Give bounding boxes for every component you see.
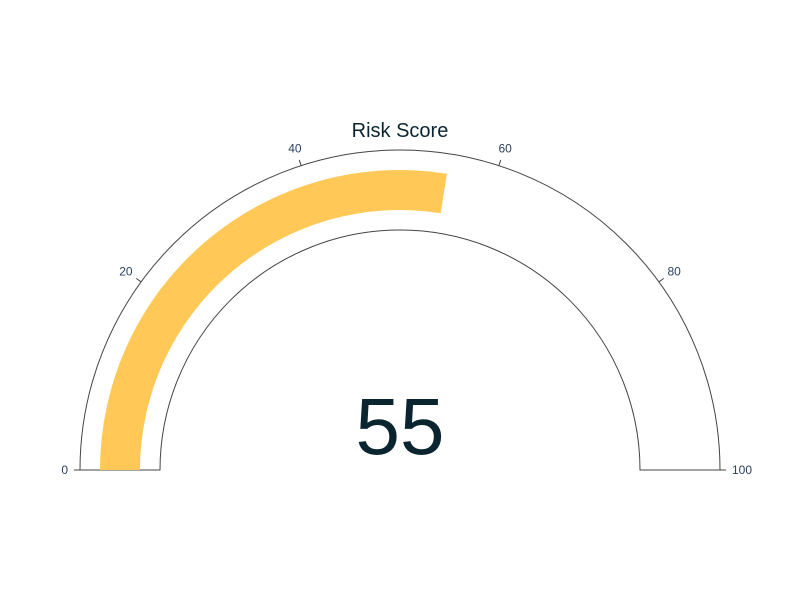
gauge-tick-label: 40 xyxy=(288,142,302,156)
gauge-tick-mark xyxy=(658,277,665,283)
gauge-tick-mark xyxy=(298,159,302,166)
gauge-tick-mark xyxy=(498,159,502,166)
gauge-tick-mark xyxy=(135,277,142,283)
gauge-tick-label: 100 xyxy=(732,463,752,477)
chart-title: Risk Score xyxy=(352,120,449,142)
gauge-chart: 0 20 40 60 80 100 Risk Score 55 xyxy=(61,120,752,477)
gauge-tick-label: 0 xyxy=(61,463,68,477)
gauge-tick-label: 20 xyxy=(119,264,133,278)
gauge-tick-label: 80 xyxy=(667,264,681,278)
gauge-value-number: 55 xyxy=(356,382,445,471)
gauge-tick-label: 60 xyxy=(498,142,512,156)
